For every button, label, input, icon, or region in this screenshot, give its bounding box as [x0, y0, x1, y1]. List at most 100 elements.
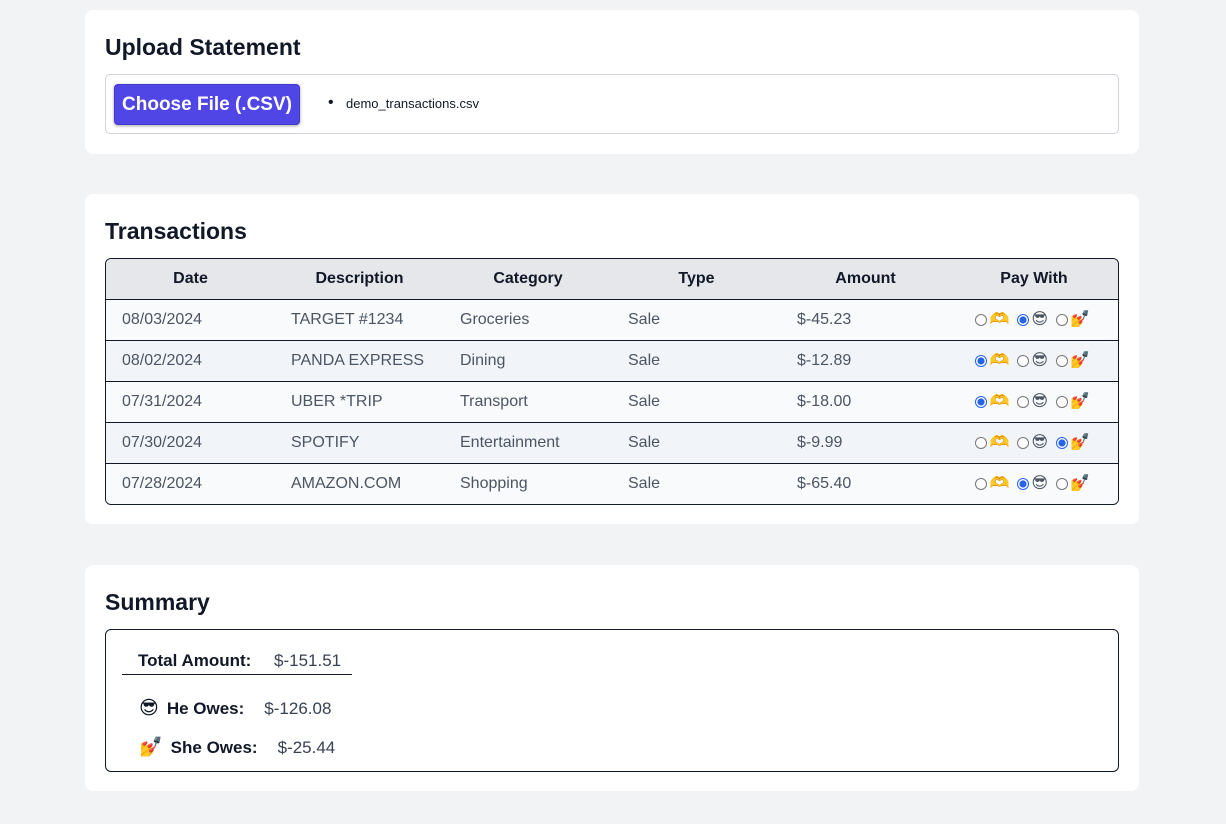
table-row: 07/28/2024 AMAZON.COM Shopping Sale $-65.40 🫶… — [106, 463, 1118, 504]
column-header-category: Category — [444, 259, 612, 300]
cell-type: Sale — [612, 463, 781, 504]
she-owes-value: $-25.44 — [277, 738, 336, 757]
pay-radio-sunglasses-face[interactable] — [1017, 478, 1030, 490]
pay-option-sunglasses-face[interactable]: 😎 — [1017, 312, 1048, 328]
pay-radio-heart-hands[interactable] — [975, 437, 988, 449]
pay-radio-sunglasses-face[interactable] — [1017, 355, 1030, 367]
heart-hands-icon: 🫶 — [989, 393, 1010, 410]
pay-with-radio-group: 🫶 😎 💅 — [950, 353, 1118, 369]
nail-polish-icon: 💅 — [1070, 352, 1090, 369]
pay-radio-heart-hands[interactable] — [975, 314, 988, 326]
sunglasses-face-icon: 😎 — [1031, 434, 1049, 451]
transactions-title: Transactions — [105, 218, 247, 244]
summary-card: Summary Total Amount: $-151.51 😎 He Owes… — [85, 565, 1139, 791]
pay-radio-heart-hands[interactable] — [975, 478, 988, 490]
pay-option-sunglasses-face[interactable]: 😎 — [1017, 435, 1048, 451]
pay-option-heart-hands[interactable]: 🫶 — [975, 476, 1009, 492]
he-owes-row: 😎 He Owes: $-126.08 — [139, 699, 331, 719]
pay-radio-nail-polish[interactable] — [1056, 314, 1069, 326]
pay-option-heart-hands[interactable]: 🫶 — [975, 312, 1009, 328]
pay-with-radio-group: 🫶 😎 💅 — [950, 312, 1118, 328]
transactions-table: Date Description Category Type Amount Pa… — [105, 258, 1119, 505]
cell-date: 07/30/2024 — [106, 422, 275, 464]
table-header-row: Date Description Category Type Amount Pa… — [106, 259, 1118, 300]
cell-description: PANDA EXPRESS — [275, 340, 444, 382]
sunglasses-face-icon: 😎 — [139, 698, 159, 719]
cell-category: Entertainment — [444, 422, 612, 464]
choose-file-button[interactable]: Choose File (.CSV) — [114, 84, 300, 125]
file-name: demo_transactions.csv — [346, 96, 479, 111]
pay-radio-sunglasses-face[interactable] — [1017, 314, 1030, 326]
cell-description: UBER *TRIP — [275, 381, 444, 423]
nail-polish-icon: 💅 — [1070, 311, 1090, 328]
pay-option-sunglasses-face[interactable]: 😎 — [1017, 476, 1048, 492]
nail-polish-icon: 💅 — [1070, 434, 1090, 451]
pay-option-sunglasses-face[interactable]: 😎 — [1017, 353, 1048, 369]
pay-option-heart-hands[interactable]: 🫶 — [975, 353, 1009, 369]
cell-description: SPOTIFY — [275, 422, 444, 464]
pay-radio-nail-polish[interactable] — [1056, 478, 1069, 490]
heart-hands-icon: 🫶 — [989, 352, 1010, 369]
he-owes-label: He Owes: — [166, 699, 245, 718]
heart-hands-icon: 🫶 — [989, 434, 1010, 451]
cell-pay-with: 🫶 😎 💅 — [950, 422, 1118, 464]
pay-radio-heart-hands[interactable] — [975, 355, 988, 367]
pay-with-radio-group: 🫶 😎 💅 — [950, 394, 1118, 410]
table-row: 07/31/2024 UBER *TRIP Transport Sale $-18.00… — [106, 381, 1118, 423]
bullet-icon: • — [328, 94, 334, 111]
column-header-date: Date — [106, 259, 275, 300]
total-amount-value: $-151.51 — [274, 651, 342, 670]
pay-option-nail-polish[interactable]: 💅 — [1056, 353, 1090, 369]
pay-with-radio-group: 🫶 😎 💅 — [950, 435, 1118, 451]
nail-polish-icon: 💅 — [1070, 475, 1090, 492]
transactions-body: 08/03/2024 TARGET #1234 Groceries Sale $-45.… — [106, 299, 1118, 504]
cell-description: TARGET #1234 — [275, 299, 444, 341]
cell-amount: $-12.89 — [781, 340, 950, 382]
pay-option-nail-polish[interactable]: 💅 — [1056, 312, 1090, 328]
column-header-description: Description — [275, 259, 444, 300]
upload-title: Upload Statement — [105, 34, 301, 60]
pay-option-heart-hands[interactable]: 🫶 — [975, 435, 1009, 451]
cell-amount: $-18.00 — [781, 381, 950, 423]
cell-pay-with: 🫶 😎 💅 — [950, 299, 1118, 341]
sunglasses-face-icon: 😎 — [1031, 475, 1049, 492]
cell-category: Transport — [444, 381, 612, 423]
sunglasses-face-icon: 😎 — [1031, 352, 1049, 369]
cell-date: 07/31/2024 — [106, 381, 275, 423]
cell-date: 07/28/2024 — [106, 463, 275, 504]
cell-amount: $-9.99 — [781, 422, 950, 464]
pay-radio-nail-polish[interactable] — [1056, 355, 1069, 367]
pay-radio-sunglasses-face[interactable] — [1017, 396, 1030, 408]
pay-option-nail-polish[interactable]: 💅 — [1056, 394, 1090, 410]
she-owes-row: 💅 She Owes: $-25.44 — [139, 738, 335, 758]
pay-option-sunglasses-face[interactable]: 😎 — [1017, 394, 1048, 410]
cell-type: Sale — [612, 340, 781, 382]
he-owes-value: $-126.08 — [264, 699, 332, 718]
she-owes-label: She Owes: — [170, 738, 258, 757]
pay-radio-heart-hands[interactable] — [975, 396, 988, 408]
cell-date: 08/02/2024 — [106, 340, 275, 382]
cell-pay-with: 🫶 😎 💅 — [950, 381, 1118, 423]
cell-type: Sale — [612, 381, 781, 423]
heart-hands-icon: 🫶 — [989, 475, 1010, 492]
table-row: 08/02/2024 PANDA EXPRESS Dining Sale $-12.89… — [106, 340, 1118, 382]
sunglasses-face-icon: 😎 — [1031, 393, 1049, 410]
pay-with-radio-group: 🫶 😎 💅 — [950, 476, 1118, 492]
cell-date: 08/03/2024 — [106, 299, 275, 341]
cell-category: Shopping — [444, 463, 612, 504]
summary-box: Total Amount: $-151.51 😎 He Owes: $-126.… — [105, 629, 1119, 772]
pay-radio-nail-polish[interactable] — [1056, 396, 1069, 408]
cell-pay-with: 🫶 😎 💅 — [950, 463, 1118, 504]
pay-option-heart-hands[interactable]: 🫶 — [975, 394, 1009, 410]
pay-option-nail-polish[interactable]: 💅 — [1056, 476, 1090, 492]
pay-radio-nail-polish[interactable] — [1056, 437, 1069, 449]
cell-category: Groceries — [444, 299, 612, 341]
table-row: 07/30/2024 SPOTIFY Entertainment Sale $-9.99… — [106, 422, 1118, 464]
total-amount-row: Total Amount: $-151.51 — [122, 650, 352, 675]
pay-option-nail-polish[interactable]: 💅 — [1056, 435, 1090, 451]
transactions-card: Transactions Date Description Category T… — [85, 194, 1139, 524]
cell-type: Sale — [612, 422, 781, 464]
table-row: 08/03/2024 TARGET #1234 Groceries Sale $-45.… — [106, 299, 1118, 341]
pay-radio-sunglasses-face[interactable] — [1017, 437, 1030, 449]
column-header-amount: Amount — [781, 259, 950, 300]
